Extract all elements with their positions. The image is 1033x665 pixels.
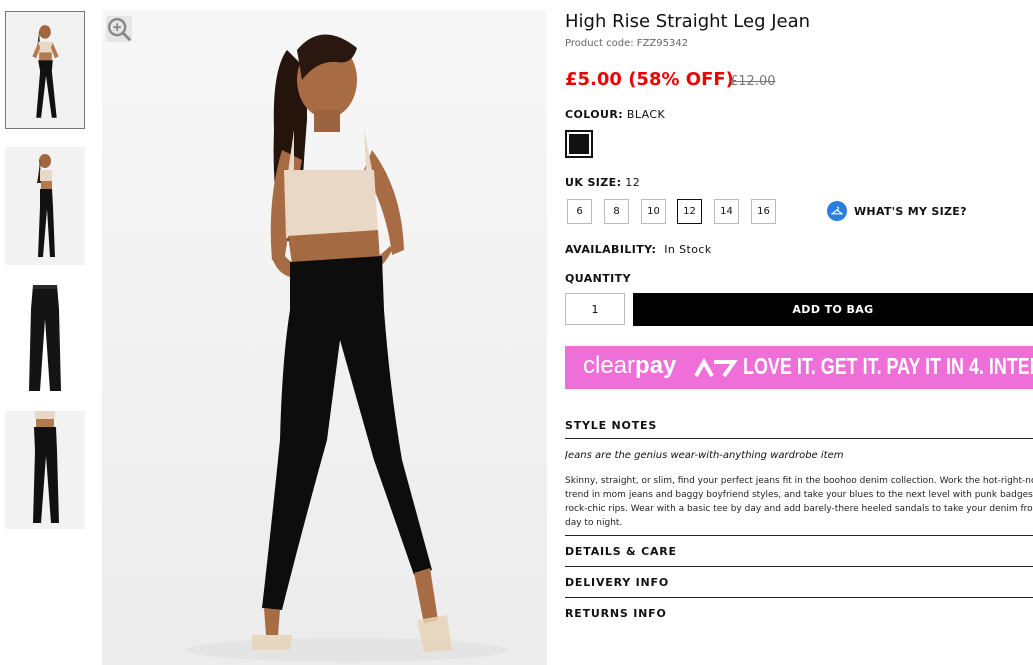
style-notes-divider — [565, 438, 1033, 439]
size-option-10[interactable]: 10 — [641, 199, 666, 224]
zoom-button[interactable] — [106, 16, 132, 42]
hanger-icon — [827, 201, 847, 221]
accordion-returns-info[interactable]: RETURNS INFO — [565, 607, 667, 620]
quantity-label-text: QUANTITY — [565, 272, 631, 285]
clearpay-logo-light: clear — [583, 352, 636, 379]
accordion-delivery-info[interactable]: DELIVERY INFO — [565, 576, 669, 589]
product-code: Product code: FZZ95342 — [565, 38, 689, 49]
clearpay-tagline: LOVE IT. GET IT. PAY IT IN 4. INTEREST F… — [743, 353, 1033, 379]
size-option-14[interactable]: 14 — [714, 199, 739, 224]
sale-price: £5.00 (58% OFF) — [565, 69, 734, 90]
size-option-6[interactable]: 6 — [567, 199, 592, 224]
availability-label: AVAILABILITY: — [565, 243, 657, 256]
add-to-bag-button[interactable]: ADD TO BAG — [633, 293, 1033, 326]
availability-value: In Stock — [664, 243, 712, 256]
model-photo-back — [5, 411, 85, 529]
size-guide-label: WHAT'S MY SIZE? — [854, 204, 967, 218]
clearpay-logo: clearpay — [583, 352, 676, 380]
model-photo-side — [5, 147, 85, 265]
thumbnail-flat-view[interactable] — [5, 279, 85, 397]
style-notes-heading: STYLE NOTES — [565, 419, 658, 432]
size-label-title: UK SIZE: — [565, 176, 622, 189]
jeans-flat-photo — [5, 279, 85, 397]
clearpay-arrows-icon — [694, 358, 738, 378]
clearpay-banner[interactable]: clearpay LOVE IT. GET IT. PAY IT IN 4. I… — [565, 346, 1033, 389]
colour-label-title: COLOUR: — [565, 108, 623, 121]
accordion-details-care[interactable]: DETAILS & CARE — [565, 545, 677, 558]
style-notes-body: Skinny, straight, or slim, find your per… — [565, 476, 1033, 528]
original-price: £12.00 — [730, 74, 776, 89]
thumbnail-side-view[interactable] — [5, 147, 85, 265]
model-photo-main — [102, 10, 547, 665]
product-title: High Rise Straight Leg Jean — [565, 11, 811, 32]
accordion-divider — [565, 566, 1033, 567]
accordion-divider — [565, 597, 1033, 598]
thumbnail-front-view[interactable] — [5, 11, 85, 129]
colour-swatch-black[interactable] — [565, 130, 593, 158]
size-option-16[interactable]: 16 — [751, 199, 776, 224]
quantity-input[interactable] — [565, 293, 625, 325]
size-guide-link[interactable]: WHAT'S MY SIZE? — [827, 201, 967, 221]
magnifier-plus-icon — [107, 17, 132, 42]
availability: AVAILABILITY: In Stock — [565, 243, 712, 256]
size-value: 12 — [625, 176, 641, 189]
size-option-8[interactable]: 8 — [604, 199, 629, 224]
colour-value: BLACK — [626, 108, 666, 121]
style-notes-tagline: Jeans are the genius wear-with-anything … — [565, 450, 844, 461]
clearpay-logo-bold: pay — [635, 352, 677, 379]
colour-label: COLOUR: BLACK — [565, 108, 665, 121]
model-photo-front — [6, 12, 84, 128]
main-product-image — [102, 10, 547, 665]
size-label: UK SIZE: 12 — [565, 176, 640, 189]
thumbnail-back-view[interactable] — [5, 411, 85, 529]
accordion-divider — [565, 535, 1033, 536]
product-info-panel: High Rise Straight Leg Jean Product code… — [565, 0, 1033, 665]
size-option-12[interactable]: 12 — [677, 199, 702, 224]
quantity-label: QUANTITY — [565, 272, 631, 285]
